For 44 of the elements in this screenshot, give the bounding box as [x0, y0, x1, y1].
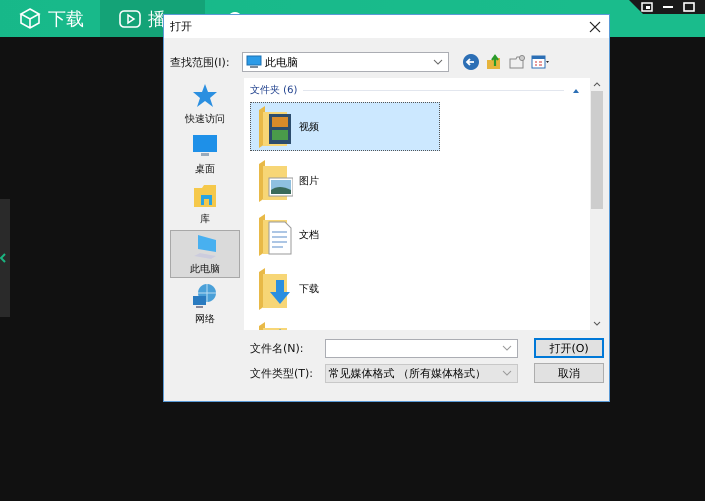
field-label: 文件名(N): — [250, 340, 305, 356]
file-name-field[interactable] — [324, 338, 518, 358]
scroll-up-icon — [593, 82, 601, 87]
close-icon — [589, 20, 601, 32]
open-button[interactable]: 打开(O) — [534, 338, 604, 358]
computer-icon — [246, 55, 262, 69]
chevron-down-icon — [502, 345, 512, 351]
globe-computer-icon — [191, 282, 219, 310]
sidebar-item[interactable]: 网络 — [170, 280, 240, 328]
chevron-up-icon — [572, 88, 580, 92]
chevron-down-icon — [502, 370, 512, 376]
folder-item[interactable]: 文档 — [250, 210, 440, 259]
sidebar-item[interactable]: 快速访问 — [170, 80, 240, 128]
side-handle[interactable] — [0, 199, 10, 317]
view-menu-icon — [531, 53, 551, 71]
dialog-title: 打开 — [170, 19, 192, 34]
document-folder-icon — [257, 212, 293, 258]
restore-icon — [641, 2, 653, 12]
back-arrow-button[interactable] — [461, 52, 481, 72]
new-folder-icon — [508, 53, 526, 71]
folder-item[interactable]: 图片 — [250, 156, 440, 205]
field-label: 文件类型(T): — [250, 366, 314, 380]
group-header: 文件夹 (6) — [250, 84, 298, 97]
star-icon — [191, 82, 219, 110]
scroll-down-icon — [593, 321, 601, 326]
sidebar-item[interactable]: 桌面 — [170, 130, 240, 178]
maximize-icon — [683, 2, 695, 12]
chevron-left-icon — [0, 253, 6, 263]
look-in-dropdown[interactable]: 此电脑 — [242, 52, 449, 72]
sidebar-item[interactable]: 库 — [170, 180, 240, 228]
chevron-down-icon — [433, 59, 443, 65]
close-button[interactable] — [587, 18, 603, 34]
box-icon — [18, 6, 42, 30]
picture-folder-icon — [257, 158, 293, 204]
minimize-icon — [663, 6, 673, 8]
file-type-dropdown[interactable]: 常见媒体格式 （所有媒体格式） — [324, 364, 518, 382]
cancel-button[interactable]: 取消 — [534, 363, 604, 383]
folder-item[interactable]: 下载 — [250, 264, 440, 313]
video-folder-icon — [257, 104, 293, 150]
look-in-label: 查找范围(I): — [170, 54, 231, 70]
up-folder-icon — [485, 53, 503, 71]
folder-item[interactable]: 视频 — [250, 102, 440, 151]
sidebar-item[interactable]: 此电脑 — [170, 230, 240, 278]
download-folder-icon — [257, 266, 293, 312]
